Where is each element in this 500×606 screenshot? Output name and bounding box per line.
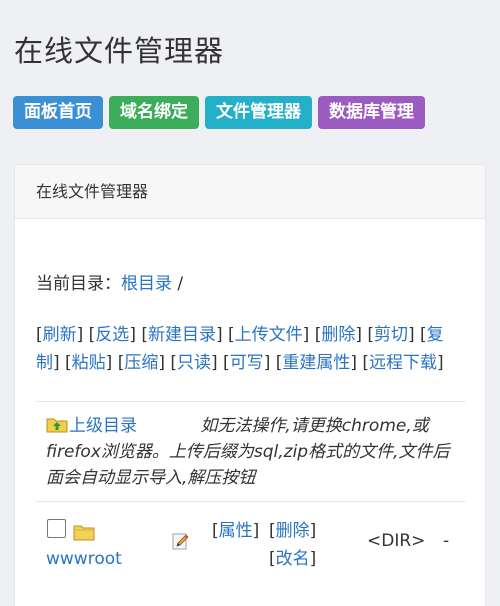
file-manager-panel: 在线文件管理器 当前目录：根目录 / [刷新] [反选] [新建目录] [上传文… xyxy=(14,164,486,606)
cut-link[interactable]: 剪切 xyxy=(374,325,408,345)
nav-domain-binding-button[interactable]: 域名绑定 xyxy=(109,96,199,129)
nav-file-manager-button[interactable]: 文件管理器 xyxy=(205,96,312,129)
rename-link[interactable]: 改名 xyxy=(276,549,310,569)
paste-link[interactable]: 粘贴 xyxy=(72,353,106,373)
panel-heading: 在线文件管理器 xyxy=(15,165,485,219)
attribute-link[interactable]: 属性 xyxy=(219,521,253,541)
delete-cell: [删除] [改名] xyxy=(269,521,317,569)
parent-dir-link[interactable]: 上级目录 xyxy=(46,416,142,436)
current-directory: 当前目录：根目录 / xyxy=(36,269,183,294)
table-row: wwwroot [属性] [删除] [改名] <DIR> - xyxy=(15,517,485,581)
refresh-link[interactable]: 刷新 xyxy=(43,325,77,345)
divider xyxy=(36,501,466,502)
row-checkbox[interactable] xyxy=(47,519,66,538)
root-dir-link[interactable]: 根目录 xyxy=(121,274,172,294)
page-title: 在线文件管理器 xyxy=(14,34,225,68)
current-dir-suffix: / xyxy=(172,274,184,294)
nav-dashboard-button[interactable]: 面板首页 xyxy=(13,96,103,129)
delete-link[interactable]: 删除 xyxy=(321,325,355,345)
file-size: - xyxy=(443,531,450,551)
action-links: [刷新] [反选] [新建目录] [上传文件] [删除] [剪切] [复制] [… xyxy=(36,325,444,373)
divider xyxy=(36,401,466,402)
remote-download-link[interactable]: 远程下载 xyxy=(369,353,437,373)
info-block: 上级目录 如无法操作,请更换chrome,或firefox浏览器。上传后缀为sq… xyxy=(46,413,460,491)
upload-file-link[interactable]: 上传文件 xyxy=(235,325,303,345)
invert-selection-link[interactable]: 反选 xyxy=(95,325,129,345)
current-dir-label: 当前目录： xyxy=(36,274,121,294)
nav-database-button[interactable]: 数据库管理 xyxy=(318,96,425,129)
attribute-cell: [属性] xyxy=(212,521,260,541)
folder-icon xyxy=(73,525,95,541)
file-name-link[interactable]: wwwroot xyxy=(46,549,122,569)
parent-dir-label: 上级目录 xyxy=(69,416,137,436)
edit-pencil-icon[interactable] xyxy=(171,531,191,551)
writable-link[interactable]: 可写 xyxy=(230,353,264,373)
file-type: <DIR> xyxy=(367,531,426,551)
compress-link[interactable]: 压缩 xyxy=(124,353,158,373)
top-nav: 面板首页 域名绑定 文件管理器 数据库管理 xyxy=(13,96,425,129)
new-folder-link[interactable]: 新建目录 xyxy=(148,325,216,345)
row-delete-link[interactable]: 删除 xyxy=(276,521,310,541)
parent-folder-icon xyxy=(46,418,68,433)
rebuild-attributes-link[interactable]: 重建属性 xyxy=(282,353,350,373)
readonly-link[interactable]: 只读 xyxy=(177,353,211,373)
